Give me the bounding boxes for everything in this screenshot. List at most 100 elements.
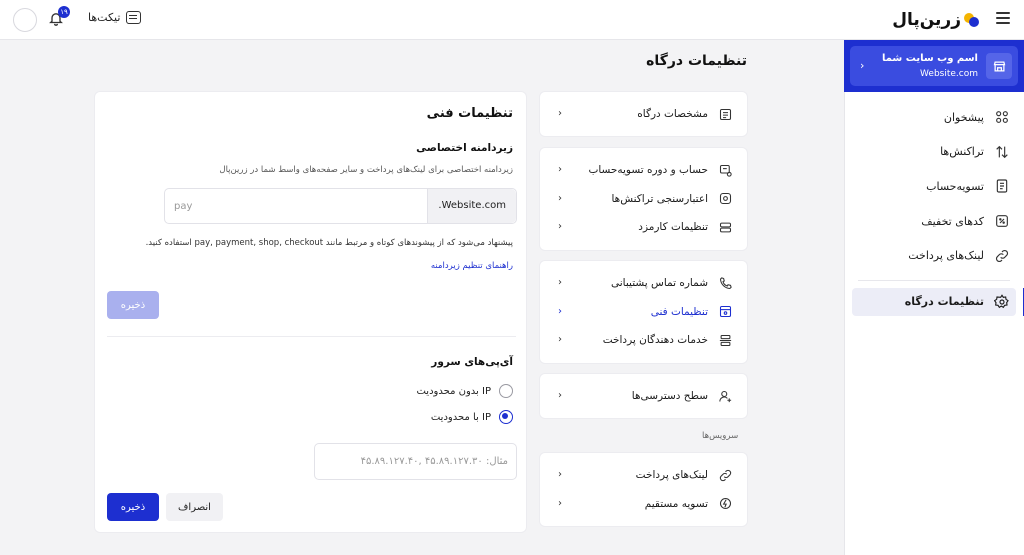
account-cycle-icon	[719, 164, 732, 177]
chevron-right-icon: ›	[558, 390, 562, 401]
logo[interactable]: زرین‌پال	[892, 8, 980, 32]
sidebar-item-label: تراکنش‌ها	[940, 145, 984, 159]
subdomain-hint: پیشنهاد می‌شود که از پیشوندهای کوتاه و م…	[145, 238, 513, 248]
chevron-right-icon: ›	[558, 164, 562, 175]
subdomain-title: زیردامنه اختصاصی	[416, 142, 513, 154]
site-selector[interactable]: اسم وب سایت شما Website.com ›	[850, 46, 1018, 86]
sidebar-divider	[858, 279, 1010, 281]
menu-icon[interactable]	[996, 12, 1010, 24]
ip-input[interactable]	[314, 443, 517, 480]
subdomain-save-button[interactable]: ذخیره	[107, 291, 159, 319]
menu-item-validation[interactable]: اعتبارسنجی تراکنش‌ها ›	[540, 185, 747, 214]
menu-group-access: سطح دسترسی‌ها ›	[539, 373, 748, 419]
menu-item-label: شماره تماس پشتیبانی	[611, 277, 708, 290]
gear-icon	[994, 294, 1009, 309]
logo-text: زرین‌پال	[892, 10, 961, 30]
technical-icon	[719, 306, 732, 318]
menu-item-label: سطح دسترسی‌ها	[631, 390, 708, 403]
chevron-right-icon: ›	[558, 305, 562, 317]
user-access-icon	[719, 390, 732, 402]
sidebar-item-settlement[interactable]: تسویه‌حساب	[844, 169, 1024, 204]
technical-settings-panel: تنظیمات فنی زیردامنه اختصاصی زیردامنه اخ…	[94, 91, 527, 533]
payment-link-icon	[719, 469, 732, 481]
fee-icon	[719, 222, 732, 233]
sidebar-item-dashboard[interactable]: پیشخوان	[844, 100, 1024, 135]
sidebar-nav: پیشخوان تراکنش‌ها تسویه‌حساب کدهای تخفیف…	[844, 100, 1024, 316]
menu-group-technical: شماره تماس پشتیبانی › تنظیمات فنی › خدما…	[539, 260, 748, 364]
panel-divider	[107, 336, 516, 337]
sidebar: اسم وب سایت شما Website.com › پیشخوان تر…	[844, 40, 1024, 555]
chevron-right-icon[interactable]: ›	[860, 59, 864, 72]
subdomain-input[interactable]	[165, 189, 435, 223]
menu-item-account-cycle[interactable]: حساب و دوره تسویه‌حساب ›	[540, 156, 747, 185]
dashboard-icon	[996, 111, 1008, 124]
menu-item-label: تنظیمات فنی	[650, 305, 708, 318]
menu-group-services: لینک‌های پرداخت › تسویه مستقیم ›	[539, 452, 748, 527]
top-bar: زرین‌پال تیکت‌ها ۱۹	[0, 0, 1024, 40]
server-ips-title: آی‌پی‌های سرور	[431, 356, 513, 368]
transactions-icon	[996, 145, 1008, 159]
save-button[interactable]: ذخیره	[107, 493, 159, 521]
sidebar-item-label: کدهای تخفیف	[921, 214, 984, 228]
notifications-button[interactable]: ۱۹	[48, 6, 70, 30]
subdomain-guide-link[interactable]: راهنمای تنظیم زیردامنه	[431, 261, 513, 271]
site-card: اسم وب سایت شما Website.com ›	[844, 40, 1024, 92]
menu-item-fee-settings[interactable]: تنظیمات کارمزد ›	[540, 213, 747, 242]
menu-item-payment-providers[interactable]: خدمات دهندگان پرداخت ›	[540, 326, 747, 355]
menu-item-label: اعتبارسنجی تراکنش‌ها	[611, 192, 708, 205]
menu-item-technical-settings[interactable]: تنظیمات فنی ›	[540, 298, 747, 327]
chevron-right-icon: ›	[558, 334, 562, 345]
radio-no-ip-limit[interactable]: بدون محدودیت IP	[416, 384, 513, 398]
sidebar-item-discounts[interactable]: کدهای تخفیف	[844, 204, 1024, 239]
sidebar-item-gateway-settings[interactable]: تنظیمات درگاه	[852, 287, 1024, 316]
radio-button[interactable]	[499, 384, 513, 398]
sidebar-item-payment-links[interactable]: لینک‌های پرداخت	[844, 238, 1024, 273]
menu-item-payment-links[interactable]: لینک‌های پرداخت ›	[540, 461, 747, 490]
menu-group-finance: حساب و دوره تسویه‌حساب › اعتبارسنجی تراک…	[539, 147, 748, 251]
providers-icon	[719, 334, 732, 346]
sidebar-item-label: پیشخوان	[943, 110, 984, 124]
menu-item-direct-settlement[interactable]: تسویه مستقیم ›	[540, 490, 747, 519]
menu-group-gateway: مشخصات درگاه ›	[539, 91, 748, 137]
panel-title: تنظیمات فنی	[426, 106, 513, 121]
chevron-right-icon: ›	[558, 497, 562, 509]
services-caption: سرویس‌ها	[702, 431, 739, 441]
store-icon	[986, 53, 1012, 79]
tickets-label: تیکت‌ها	[88, 11, 121, 24]
radio-with-ip-limit[interactable]: با محدودیت IP	[431, 410, 513, 424]
subdomain-field: .Website.com	[164, 188, 517, 224]
sidebar-item-label: لینک‌های پرداخت	[908, 249, 984, 263]
sidebar-item-label: تنظیمات درگاه	[904, 295, 984, 309]
chevron-right-icon: ›	[558, 469, 562, 480]
page-title: تنظیمات درگاه	[646, 53, 747, 69]
validation-icon	[719, 193, 732, 205]
radio-label: بدون محدودیت IP	[416, 385, 491, 397]
menu-item-label: تسویه مستقیم	[644, 497, 708, 510]
chevron-right-icon: ›	[558, 108, 562, 119]
menu-item-access-levels[interactable]: سطح دسترسی‌ها ›	[540, 382, 747, 411]
subdomain-description: زیردامنه اختصاصی برای لینک‌های پرداخت و …	[219, 165, 513, 175]
chevron-right-icon: ›	[558, 192, 562, 204]
settlement-icon	[996, 179, 1008, 194]
menu-item-label: مشخصات درگاه	[637, 108, 708, 121]
link-icon	[995, 249, 1009, 262]
menu-item-label: حساب و دوره تسویه‌حساب	[588, 164, 708, 177]
sidebar-item-transactions[interactable]: تراکنش‌ها	[844, 135, 1024, 170]
radio-label: با محدودیت IP	[430, 411, 491, 423]
menu-item-support-phone[interactable]: شماره تماس پشتیبانی ›	[540, 269, 747, 298]
chat-icon	[126, 11, 142, 24]
tickets-button[interactable]: تیکت‌ها	[88, 11, 142, 24]
menu-item-label: لینک‌های پرداخت	[635, 469, 708, 482]
radio-button[interactable]	[499, 410, 513, 424]
chevron-right-icon: ›	[558, 277, 562, 288]
menu-item-label: تنظیمات کارمزد	[638, 221, 708, 234]
phone-icon	[719, 277, 732, 289]
avatar[interactable]	[13, 8, 37, 32]
site-name: اسم وب سایت شما	[881, 53, 978, 64]
direct-settlement-icon	[719, 498, 732, 510]
cancel-button[interactable]: انصراف	[166, 493, 223, 521]
menu-item-gateway-info[interactable]: مشخصات درگاه ›	[540, 100, 747, 129]
subdomain-suffix: .Website.com	[427, 189, 516, 223]
site-url: Website.com	[920, 69, 978, 79]
gateway-info-icon	[719, 108, 732, 120]
